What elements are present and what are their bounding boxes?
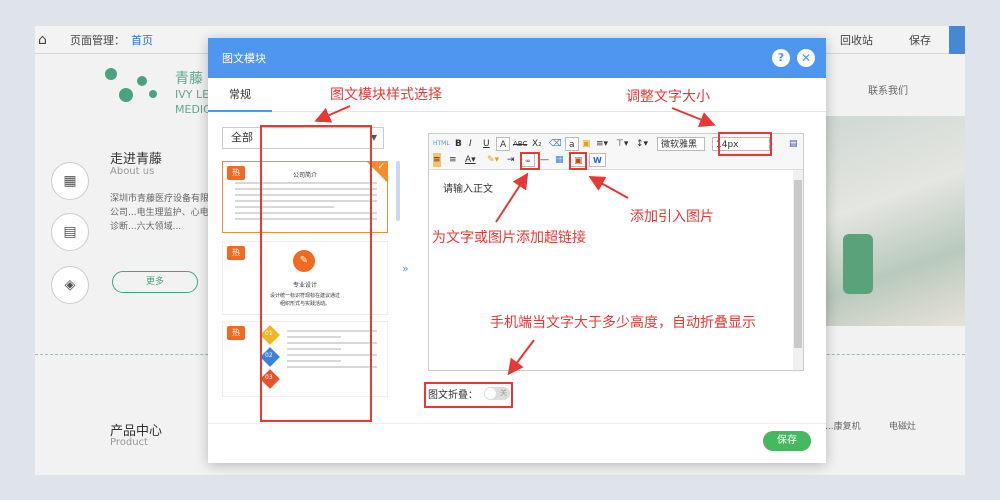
document-icon[interactable]: ▤	[51, 213, 89, 251]
editor-placeholder: 请输入正文	[443, 184, 493, 195]
hot-badge: 热	[227, 246, 245, 260]
tab-general[interactable]: 常规	[208, 78, 272, 112]
site-logo: 青藤 IVY LE MEDIC	[105, 64, 211, 116]
table-icon[interactable]: ▤	[789, 137, 798, 151]
category-select-value: 全部	[231, 131, 253, 144]
annotation-box-font-size	[718, 132, 772, 156]
highlight-icon[interactable]: ✎▾	[487, 153, 499, 167]
about-text: 深圳市青藤医疗设备有限公司...电生理监护、心电诊断...六大领域...	[110, 194, 210, 232]
dialog-tabs: 常规	[208, 78, 826, 112]
product-subtitle: Product	[110, 437, 148, 448]
at-icon[interactable]: a	[565, 137, 579, 151]
paragraph-icon[interactable]: ⊤▾	[616, 137, 628, 151]
indent-icon[interactable]: ⇥	[507, 153, 515, 167]
layers-icon[interactable]: ◈	[51, 266, 89, 304]
annotation-style-select: 图文模块样式选择	[330, 87, 442, 103]
annotation-box-image	[569, 152, 587, 170]
product-category-1[interactable]: ...康复机	[825, 419, 861, 432]
product-category-2[interactable]: 电磁灶	[889, 419, 916, 432]
dialog-save-button[interactable]: 保存	[763, 431, 811, 451]
about-subtitle: About us	[110, 166, 155, 177]
annotation-box-fold	[424, 382, 513, 408]
font-border-icon[interactable]: A	[496, 137, 511, 151]
expand-icon[interactable]: »	[402, 262, 414, 275]
spacing-icon[interactable]: ↕▾	[636, 137, 648, 151]
about-title: 走进青藤	[110, 152, 163, 167]
logo-mark-icon	[105, 64, 161, 114]
help-icon[interactable]: ?	[772, 49, 790, 67]
clear-format-icon[interactable]: X₂	[532, 137, 542, 151]
bold-icon[interactable]: B	[455, 137, 462, 151]
horizontal-rule-icon[interactable]: —	[540, 153, 549, 167]
hot-badge: 热	[227, 326, 245, 340]
current-page-link[interactable]: 首页	[131, 32, 153, 48]
annotation-add-image: 添加引入图片	[630, 209, 714, 225]
editor-scrollbar[interactable]	[793, 170, 803, 370]
top-save-button[interactable]: 保存	[891, 32, 949, 48]
word-import-icon[interactable]: W	[589, 153, 606, 167]
annotation-box-hyperlink	[520, 152, 540, 170]
align-left-icon[interactable]: ≡	[433, 153, 441, 167]
eraser-icon[interactable]: ⌫	[549, 137, 562, 151]
nav-contact[interactable]: 联系我们	[868, 82, 908, 97]
insert-table-icon[interactable]: ▦	[555, 153, 564, 167]
site-photo	[825, 116, 965, 326]
topbar-accent	[949, 26, 965, 54]
dialog-footer-divider	[208, 423, 826, 424]
font-family-select[interactable]: 微软雅黑	[657, 137, 705, 151]
home-icon[interactable]: ⌂	[38, 32, 56, 48]
annotation-font-size: 调整文字大小	[626, 89, 710, 105]
more-button[interactable]: 更多	[112, 271, 198, 293]
dialog-header: 图文模块 ? ✕	[208, 38, 826, 78]
font-color-icon[interactable]: A▾	[465, 153, 476, 167]
annotation-box-templates	[260, 125, 372, 422]
underline-icon[interactable]: U	[483, 137, 490, 151]
align-center-icon[interactable]: ≡	[449, 153, 457, 167]
page-manage-label: 页面管理：	[70, 33, 125, 47]
strikethrough-icon[interactable]: ABC	[513, 137, 527, 151]
dialog-title: 图文模块	[222, 52, 266, 65]
close-icon[interactable]: ✕	[797, 49, 815, 67]
template-scrollbar[interactable]	[396, 161, 400, 221]
annotation-fold: 手机端当文字大于多少高度，自动折叠显示	[490, 315, 756, 331]
recycle-bin-button[interactable]: 回收站	[822, 32, 891, 48]
rich-text-editor: HTML B I U A ABC X₂ ⌫ a ▣ ≡▾ ⊤▾ ↕▾ 微软雅黑 …	[428, 133, 804, 371]
line-height-icon[interactable]: ≡▾	[596, 137, 608, 151]
italic-icon[interactable]: I	[469, 137, 472, 151]
annotation-hyperlink: 为文字或图片添加超链接	[432, 230, 586, 246]
grid-icon[interactable]: ▦	[51, 162, 89, 200]
html-icon[interactable]: HTML	[433, 137, 450, 151]
paste-icon[interactable]: ▣	[582, 137, 591, 151]
editor-content[interactable]: 请输入正文	[429, 170, 803, 370]
